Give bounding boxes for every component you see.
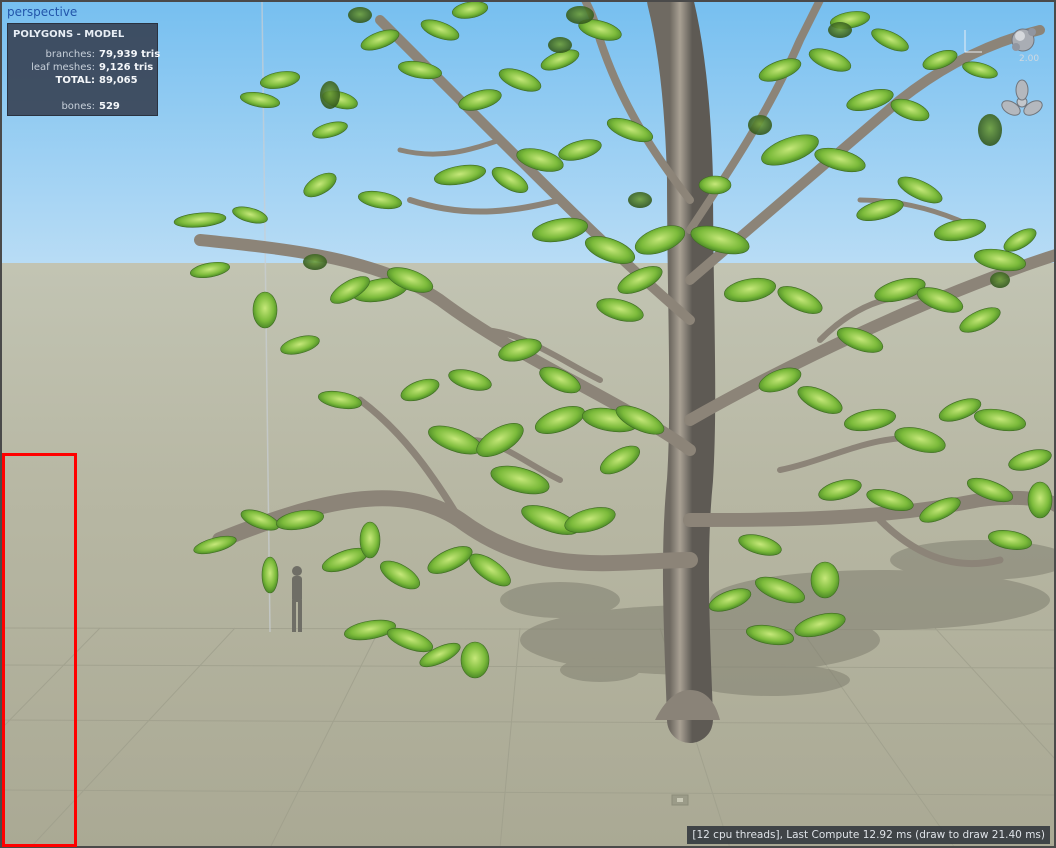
stats-bones-value: 529 <box>99 101 120 112</box>
wind-fan-icon[interactable] <box>999 79 1044 118</box>
viewport-camera-label[interactable]: perspective <box>7 5 77 19</box>
stats-leaf-meshes-label: leaf meshes: <box>31 62 95 73</box>
view-gizmo[interactable] <box>960 20 1050 130</box>
stats-branches-value: 79,939 tris <box>99 49 161 60</box>
stats-leaf-meshes-value: 9,126 tris <box>99 62 154 73</box>
stats-title: POLYGONS - MODEL <box>13 29 125 40</box>
stats-branches-label: branches: <box>45 49 96 60</box>
stats-total-label: TOTAL: <box>55 75 95 86</box>
3d-viewport[interactable]: perspective POLYGONS - MODEL branches: 7… <box>0 0 1056 848</box>
view-sphere-icon[interactable] <box>1011 28 1036 52</box>
tree-scene-render[interactable] <box>0 0 1056 848</box>
axis-lines-icon <box>964 30 982 53</box>
performance-status: [12 cpu threads], Last Compute 12.92 ms … <box>687 826 1050 844</box>
polygon-stats-panel: POLYGONS - MODEL branches: 79,939 tris l… <box>7 23 161 116</box>
stats-total-value: 89,065 <box>99 75 138 86</box>
gizmo-zoom-value: 2.00 <box>1019 54 1040 64</box>
stats-bones-label: bones: <box>61 101 95 112</box>
ground-marker <box>671 794 689 806</box>
